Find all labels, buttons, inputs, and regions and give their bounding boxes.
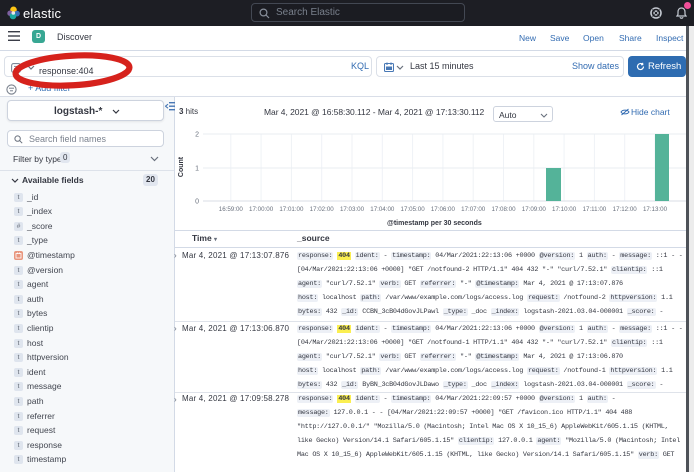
- svg-text:17:12:00: 17:12:00: [613, 206, 638, 213]
- svg-text:17:10:00: 17:10:00: [552, 206, 577, 213]
- svg-text:17:09:00: 17:09:00: [522, 206, 547, 213]
- svg-text:0: 0: [195, 199, 199, 206]
- svg-text:17:06:00: 17:06:00: [431, 206, 456, 213]
- svg-text:17:00:00: 17:00:00: [249, 206, 274, 213]
- svg-text:17:02:00: 17:02:00: [310, 206, 335, 213]
- svg-text:17:01:00: 17:01:00: [279, 206, 304, 213]
- svg-text:17:07:00: 17:07:00: [461, 206, 486, 213]
- svg-text:16:59:00: 16:59:00: [219, 206, 244, 213]
- svg-text:17:05:00: 17:05:00: [401, 206, 426, 213]
- svg-text:17:08:00: 17:08:00: [491, 206, 516, 213]
- svg-text:2: 2: [195, 132, 199, 139]
- svg-text:17:04:00: 17:04:00: [370, 206, 395, 213]
- svg-text:17:03:00: 17:03:00: [340, 206, 365, 213]
- svg-text:1: 1: [195, 166, 199, 173]
- svg-text:Count: Count: [178, 156, 185, 177]
- svg-text:17:13:00: 17:13:00: [643, 206, 668, 213]
- svg-text:17:11:00: 17:11:00: [583, 206, 607, 213]
